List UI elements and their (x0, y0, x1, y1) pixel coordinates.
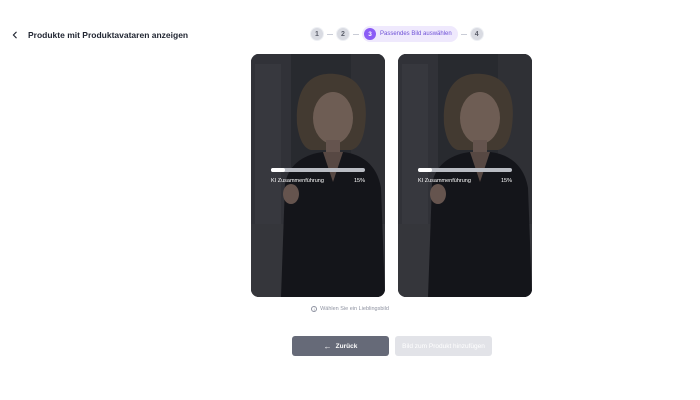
back-button[interactable] (8, 28, 22, 42)
chevron-left-icon (12, 31, 17, 39)
page-header: Produkte mit Produktavataren anzeigen (8, 26, 188, 44)
progress-bar (418, 168, 512, 172)
step-1[interactable]: 1 (310, 27, 324, 41)
image-option-card-1[interactable]: KI Zusammenführung 15% (251, 54, 385, 297)
back-step-button[interactable]: ← Zurück (292, 336, 389, 356)
progress-bar-fill (271, 168, 286, 172)
image-dim-overlay (251, 54, 385, 297)
stepper: 1 2 3 Passendes Bild auswählen 4 (310, 26, 484, 42)
step-connector (460, 33, 467, 35)
info-icon: i (311, 306, 318, 312)
add-to-product-label: Bild zum Produkt hinzufügen (402, 342, 485, 350)
step-connector (353, 33, 359, 35)
progress-bar-fill (418, 168, 433, 172)
progress-label: KI Zusammenführung (271, 178, 324, 184)
progress-label: KI Zusammenführung (418, 178, 471, 184)
step-connector (327, 33, 333, 35)
progress-percent: 15% (500, 178, 512, 184)
step-3-label: Passendes Bild auswählen (380, 31, 452, 37)
page-title: Produkte mit Produktavataren anzeigen (28, 30, 189, 40)
image-option-card-2[interactable]: KI Zusammenführung 15% (398, 54, 532, 297)
step-3-active[interactable]: 3 Passendes Bild auswählen (362, 26, 458, 42)
image-dim-overlay (398, 54, 532, 297)
hint-text: Wählen Sie ein Lieblingsbild (320, 306, 389, 312)
step-4[interactable]: 4 (469, 27, 484, 41)
progress-percent: 15% (353, 178, 365, 184)
arrow-left-icon: ← (323, 341, 332, 351)
back-step-label: Zurück (335, 342, 358, 350)
progress-bar (271, 168, 365, 172)
add-to-product-button[interactable]: Bild zum Produkt hinzufügen (395, 336, 492, 356)
selection-hint: i Wählen Sie ein Lieblingsbild (0, 306, 700, 312)
step-2[interactable]: 2 (336, 27, 350, 41)
step-3-number: 3 (364, 28, 376, 40)
